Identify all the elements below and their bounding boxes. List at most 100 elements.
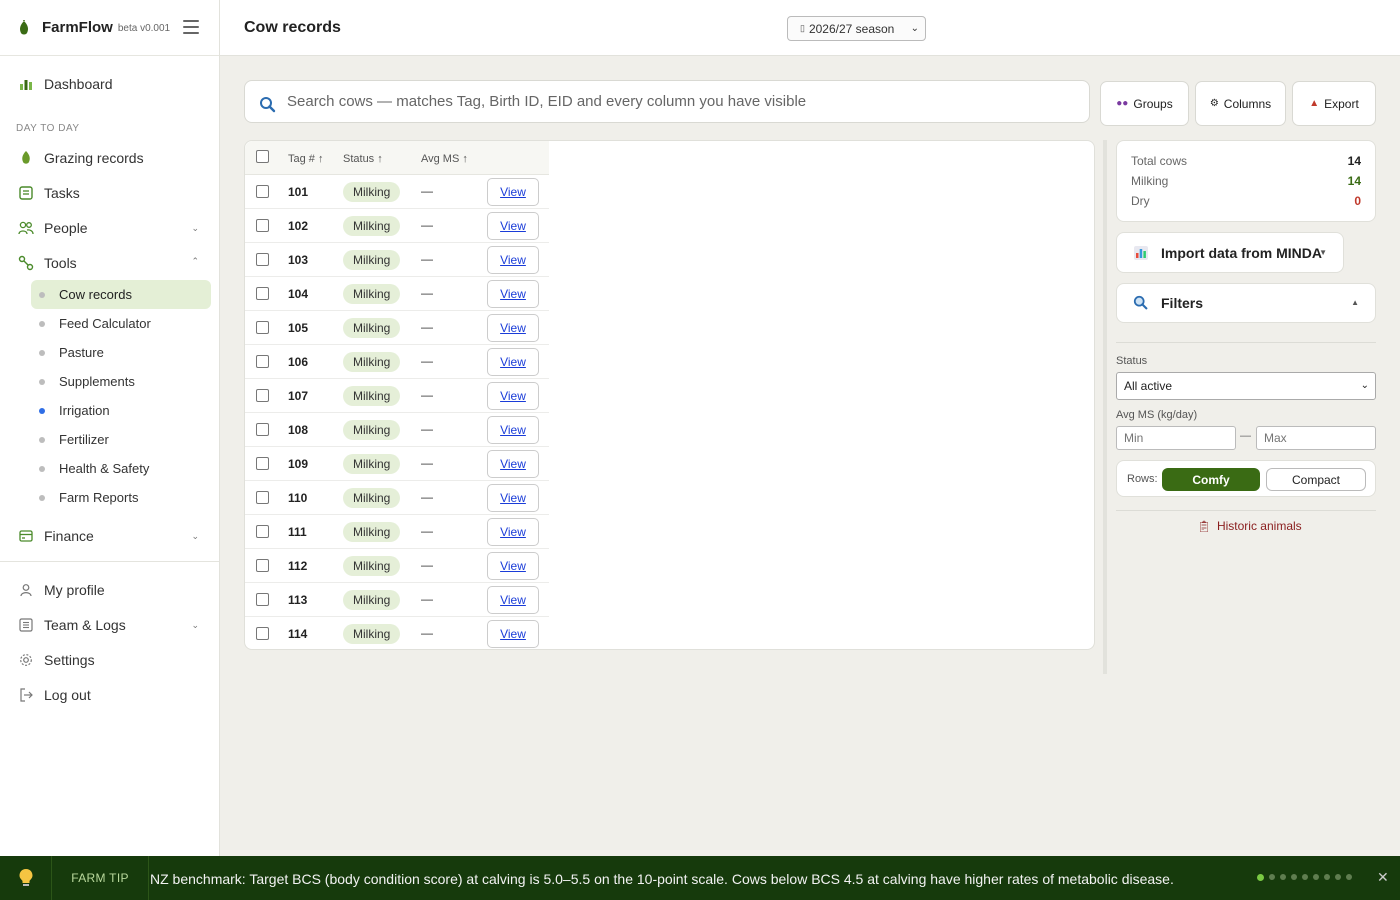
season-value: 2026/27 season [808,21,895,36]
table-row: 101 Milking — View [245,175,549,209]
chevron-down-icon: ⌄ [1360,380,1369,391]
sidebar-item-dashboard[interactable]: Dashboard [0,66,219,101]
sidebar-item-farm-reports[interactable]: Farm Reports [31,483,211,512]
sidebar-item-fertilizer[interactable]: Fertilizer [31,425,211,454]
sidebar-item-supplements[interactable]: Supplements [31,367,211,396]
sidebar-item-my-profile[interactable]: My profile [0,572,219,607]
sidebar-item-irrigation[interactable]: Irrigation [31,396,211,425]
view-button[interactable]: View [487,280,539,308]
view-button[interactable]: View [487,586,539,614]
comfy-button[interactable]: Comfy [1162,468,1260,491]
row-checkbox[interactable] [256,525,269,538]
sidebar-item-health-safety[interactable]: Health & Safety [31,454,211,483]
historic-animals-link[interactable]: 📋︎ Historic animals [1197,519,1302,533]
avg-ms-max-input[interactable] [1256,426,1376,450]
filters-toggle[interactable]: Filters ▲ [1116,283,1376,323]
column-header-tag[interactable]: Tag # ↑ [288,153,323,165]
sidebar-item-label: Settings [44,651,95,668]
bullet-icon [39,320,45,327]
table-row: 103 Milking — View [245,243,549,277]
compact-button[interactable]: Compact [1266,468,1366,491]
avg-ms-min-input[interactable] [1116,426,1236,450]
farm-tip-bar: FARM TIP NZ benchmark: Target BCS (body … [0,856,1400,900]
column-header-status[interactable]: Status ↑ [343,153,383,165]
row-checkbox[interactable] [256,219,269,232]
view-button[interactable]: View [487,246,539,274]
row-checkbox[interactable] [256,253,269,266]
sidebar-item-tools[interactable]: Tools ⌃ [0,245,219,280]
sidebar-item-team-logs[interactable]: Team & Logs ⌄ [0,607,219,642]
sidebar-item-finance[interactable]: Finance ⌄ [0,518,219,553]
tip-dot[interactable] [1291,874,1297,880]
sidebar-item-label: Finance [44,527,94,544]
table-header: Tag # ↑ Status ↑ Avg MS ↑ [245,141,549,175]
tip-dot[interactable] [1324,874,1330,880]
sidebar-item-grazing[interactable]: Grazing records [0,140,219,175]
tip-dot[interactable] [1257,873,1264,881]
columns-button[interactable]: ⚙ Columns [1195,81,1286,126]
column-header-avg-ms[interactable]: Avg MS ↑ [421,153,468,165]
view-button[interactable]: View [487,212,539,240]
users-icon: ●● [1116,98,1129,109]
cow-tag: 109 [288,457,309,471]
sidebar-item-pasture[interactable]: Pasture [31,338,211,367]
sidebar-item-feed-calculator[interactable]: Feed Calculator [31,309,211,338]
wallet-icon [18,528,34,544]
row-checkbox[interactable] [256,355,269,368]
view-button[interactable]: View [487,518,539,546]
view-button[interactable]: View [487,450,539,478]
row-checkbox[interactable] [256,423,269,436]
checklist-icon [18,185,34,201]
status-badge: Milking [343,590,401,610]
row-checkbox[interactable] [256,559,269,572]
tip-dot[interactable] [1335,874,1341,880]
tip-dot[interactable] [1269,874,1275,880]
tip-dot[interactable] [1302,874,1308,880]
menu-toggle-icon[interactable] [183,20,199,34]
avg-ms-value: — [421,354,433,368]
row-checkbox[interactable] [256,457,269,470]
status-filter-select[interactable]: All active ⌄ [1116,372,1376,400]
search-icon [260,96,276,112]
view-button[interactable]: View [487,348,539,376]
cow-tag: 107 [288,389,309,403]
groups-button[interactable]: ●● Groups [1100,81,1189,126]
view-button[interactable]: View [487,484,539,512]
panel-divider [1103,140,1107,674]
row-checkbox[interactable] [256,389,269,402]
row-checkbox[interactable] [256,491,269,504]
search-input[interactable] [287,93,1047,110]
view-button[interactable]: View [487,620,539,648]
close-icon[interactable]: ✕ [1377,869,1389,886]
sidebar-item-log-out[interactable]: Log out [0,677,219,712]
avg-ms-value: — [421,626,433,640]
tip-dot[interactable] [1280,874,1286,880]
view-button[interactable]: View [487,552,539,580]
sidebar-item-settings[interactable]: Settings [0,642,219,677]
row-checkbox[interactable] [256,287,269,300]
tip-dot[interactable] [1346,874,1352,880]
status-badge: Milking [343,318,401,338]
import-minda-button[interactable]: Import data from MINDA ▼ [1116,232,1344,273]
tip-dot[interactable] [1313,874,1319,880]
people-icon [18,220,34,236]
season-select[interactable]: ▯ 2026/27 season ⌄ [787,16,926,41]
sidebar-item-tasks[interactable]: Tasks [0,175,219,210]
view-button[interactable]: View [487,314,539,342]
row-checkbox[interactable] [256,593,269,606]
view-button[interactable]: View [487,382,539,410]
table-row: 111 Milking — View [245,515,549,549]
row-checkbox[interactable] [256,321,269,334]
view-button[interactable]: View [487,416,539,444]
view-button[interactable]: View [487,178,539,206]
sidebar-item-cow-records[interactable]: Cow records [31,280,211,309]
row-checkbox[interactable] [256,185,269,198]
status-badge: Milking [343,420,401,440]
sidebar-item-label: Dashboard [44,75,113,92]
sidebar-item-people[interactable]: People ⌄ [0,210,219,245]
export-button[interactable]: ▲ Export [1292,81,1376,126]
lightbulb-icon [0,856,52,900]
row-checkbox[interactable] [256,627,269,640]
bullet-icon [39,494,45,501]
select-all-checkbox[interactable] [256,150,269,163]
